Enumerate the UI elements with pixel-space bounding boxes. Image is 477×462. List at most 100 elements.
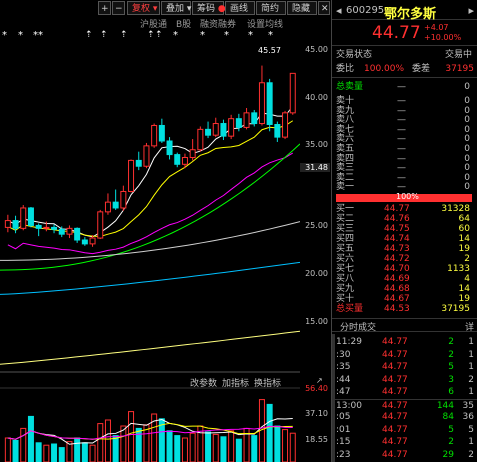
tick-row[interactable]: :23 44.77 29 2 <box>332 449 477 462</box>
tick-row[interactable]: :05 44.77 84 36 <box>332 411 477 424</box>
candle-body <box>66 227 73 235</box>
right-arrow-icon[interactable]: ▸ <box>468 4 474 17</box>
tick-time: :47 <box>336 387 351 397</box>
candle-body <box>43 226 50 229</box>
tick-count: 2 <box>468 449 474 460</box>
volume-bar <box>266 403 273 462</box>
volume-bar <box>189 432 196 462</box>
tick-time: :44 <box>336 374 351 385</box>
ratio-row: 委比 100.00% 委差 37195 <box>332 64 477 78</box>
candle-body <box>104 201 111 213</box>
volume-bar <box>274 425 281 462</box>
price-axis-tick: 15.00 <box>305 317 328 326</box>
ticks-scrollbar[interactable] <box>332 334 335 462</box>
diff-label: 委差 <box>412 64 431 74</box>
current-price-label: 31.48 <box>300 163 330 172</box>
volume-bar <box>174 435 181 462</box>
tick-time: 11:29 <box>336 337 362 347</box>
volume-ma10-line <box>7 422 293 440</box>
candle-body <box>58 228 65 235</box>
candle-body <box>235 118 242 128</box>
volume-bar <box>20 427 27 462</box>
volume-bar <box>128 411 135 462</box>
change-params-button[interactable]: 改参数 <box>190 376 217 389</box>
switch-indicator-button[interactable]: 换指标 <box>254 376 281 389</box>
tick-count: 1 <box>468 337 474 347</box>
volume-bar <box>74 437 81 462</box>
tick-count: 1 <box>468 362 474 372</box>
tick-volume: 2 <box>448 337 454 347</box>
high-price-marker: 45.57 <box>258 46 281 55</box>
candle-body <box>251 112 258 125</box>
kline-chart-panel[interactable]: + − 复权 ▾ 叠加 ▾ 筹码 ● 画线 简约 隐藏 ✕ 沪股通 B股 融资融… <box>0 0 334 462</box>
sell-total-label: 总卖量 <box>336 82 364 92</box>
volume-bar <box>89 444 96 462</box>
sell-total-dash: — <box>397 82 406 92</box>
ticks-header: 分时成交 详 <box>332 318 477 333</box>
sell-total-value: 0 <box>464 82 470 92</box>
candle-body <box>27 207 34 226</box>
volume-bar <box>135 427 142 462</box>
buy-total-row: 总买量 44.53 37195 <box>332 304 477 315</box>
price-axis-tick: 35.00 <box>305 140 328 149</box>
candle-body <box>97 211 104 239</box>
volume-bar <box>205 431 212 462</box>
buy-total-price: 44.53 <box>384 304 410 314</box>
buy-total-label: 总买量 <box>336 304 364 314</box>
candle-body <box>4 220 11 228</box>
volume-bar <box>228 430 235 462</box>
tick-time: 13:00 <box>336 400 362 411</box>
tick-price: 44.77 <box>382 374 408 385</box>
candle-body <box>289 72 296 114</box>
stock-header: ◂ 600295 鄂尔多斯 ▸ <box>332 0 477 22</box>
candle-body <box>158 124 165 142</box>
buy-total-value: 37195 <box>441 304 470 314</box>
volume-bar <box>27 415 34 462</box>
price-change-pct: +10.00% <box>424 33 462 42</box>
tick-row[interactable]: :35 44.77 5 1 <box>332 361 477 374</box>
tick-price: 44.77 <box>382 337 408 347</box>
price-axis-tick: 25.00 <box>305 221 328 230</box>
candle-body <box>120 190 127 209</box>
tick-count: 35 <box>462 400 474 411</box>
ratio-label: 委比 <box>336 64 355 74</box>
tick-row[interactable]: :30 44.77 2 1 <box>332 349 477 362</box>
last-price: 44.77 <box>372 23 421 43</box>
left-arrow-icon[interactable]: ◂ <box>336 4 342 17</box>
kline-svg[interactable] <box>0 0 300 462</box>
ma20-line <box>7 152 294 255</box>
candle-body <box>282 112 289 138</box>
candle-body <box>128 159 135 192</box>
ticks-detail-button[interactable]: 详 <box>465 320 474 333</box>
order-ratio-bar: 100% <box>336 192 472 202</box>
tick-row[interactable]: :15 44.77 2 1 <box>332 436 477 449</box>
tick-row[interactable]: :44 44.77 3 2 <box>332 374 477 387</box>
ma120-line <box>0 261 300 295</box>
tick-row[interactable]: 11:29 44.77 2 1 <box>332 336 477 349</box>
candle-body <box>20 207 27 229</box>
tick-row[interactable]: :01 44.77 5 5 <box>332 424 477 437</box>
candle-body <box>51 226 58 230</box>
volume-bar <box>51 443 58 462</box>
tick-time: :35 <box>336 362 351 372</box>
add-indicator-button[interactable]: 加指标 <box>222 376 249 389</box>
volume-bar <box>289 432 296 462</box>
candle-body <box>89 237 96 245</box>
tick-volume: 6 <box>448 387 454 397</box>
tick-row[interactable]: 13:00 44.77 144 35 <box>332 398 477 412</box>
volume-bar <box>212 433 219 462</box>
price-axis-tick: 40.00 <box>305 93 328 102</box>
close-icon[interactable]: ✕ <box>318 1 330 15</box>
tick-price: 44.77 <box>382 437 408 447</box>
volume-bar <box>251 435 258 462</box>
candle-body <box>112 201 119 209</box>
tick-row[interactable]: :47 44.77 6 1 <box>332 386 477 399</box>
candle-body <box>205 128 212 136</box>
diff-value: 37195 <box>445 64 474 74</box>
volume-bar <box>81 442 88 462</box>
volume-ma5-line <box>7 418 293 445</box>
volume-axis-tick: 56.40 <box>305 384 328 393</box>
candle-body <box>81 239 88 245</box>
tick-price: 44.77 <box>382 387 408 397</box>
ma10-line <box>7 120 294 238</box>
